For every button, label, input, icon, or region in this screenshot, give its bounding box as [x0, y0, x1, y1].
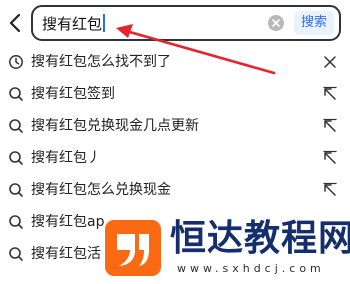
- suggestion-label: 搜有红包怎么兑换现金: [31, 182, 171, 198]
- text-cursor: [103, 14, 106, 32]
- watermark: 恒达教程网 www.sxhdcj.com: [102, 214, 350, 284]
- back-arrow-icon[interactable]: [6, 11, 26, 35]
- search-icon: [8, 86, 24, 102]
- fill-arrow-icon[interactable]: [322, 182, 338, 198]
- suggestion-label: 搜有红包签到: [31, 86, 115, 102]
- search-icon: [8, 214, 24, 230]
- search-button[interactable]: 搜索: [294, 11, 334, 35]
- delete-x-icon[interactable]: [322, 54, 338, 70]
- suggestion-item[interactable]: 搜有红包兑换现金几点更新: [0, 110, 350, 142]
- suggestion-label: 搜有红包兑换现金几点更新: [31, 118, 199, 134]
- search-icon: [8, 246, 24, 262]
- suggestion-label: 搜有红包ap: [31, 214, 105, 230]
- search-input[interactable]: 搜有红包 搜索: [31, 5, 341, 41]
- search-icon: [8, 150, 24, 166]
- fill-arrow-icon[interactable]: [322, 118, 338, 134]
- history-item[interactable]: 搜有红包怎么找不到了: [0, 46, 350, 78]
- clear-icon[interactable]: [268, 15, 284, 31]
- fill-arrow-icon[interactable]: [322, 86, 338, 102]
- suggestion-label: 搜有红包丿: [31, 150, 101, 166]
- suggestion-item[interactable]: 搜有红包丿: [0, 142, 350, 174]
- search-icon: [8, 118, 24, 134]
- history-clock-icon: [8, 54, 24, 70]
- watermark-logo: [105, 220, 161, 276]
- search-icon: [8, 182, 24, 198]
- suggestion-label: 搜有红包怎么找不到了: [31, 54, 171, 70]
- suggestion-item[interactable]: 搜有红包签到: [0, 78, 350, 110]
- search-bar: 搜有红包 搜索: [0, 0, 350, 46]
- suggestion-label: 搜有红包活: [31, 246, 101, 262]
- watermark-url: www.sxhdcj.com: [177, 262, 325, 275]
- watermark-title: 恒达教程网: [170, 218, 350, 259]
- suggestion-item[interactable]: 搜有红包怎么兑换现金: [0, 174, 350, 206]
- fill-arrow-icon[interactable]: [322, 150, 338, 166]
- search-query-text: 搜有红包: [42, 14, 106, 34]
